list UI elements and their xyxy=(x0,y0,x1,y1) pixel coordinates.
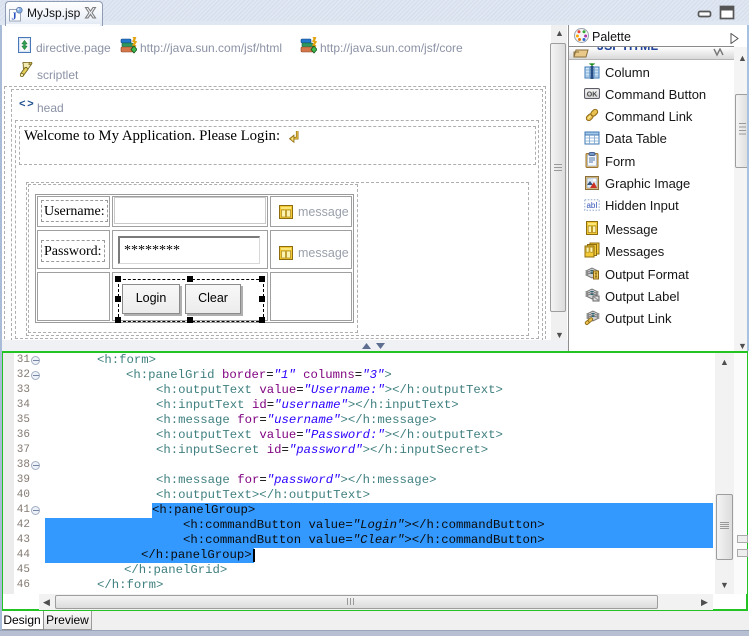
svg-text:abI: abI xyxy=(586,201,597,210)
svg-text:J: J xyxy=(11,12,16,23)
svg-text:OK: OK xyxy=(587,92,598,99)
